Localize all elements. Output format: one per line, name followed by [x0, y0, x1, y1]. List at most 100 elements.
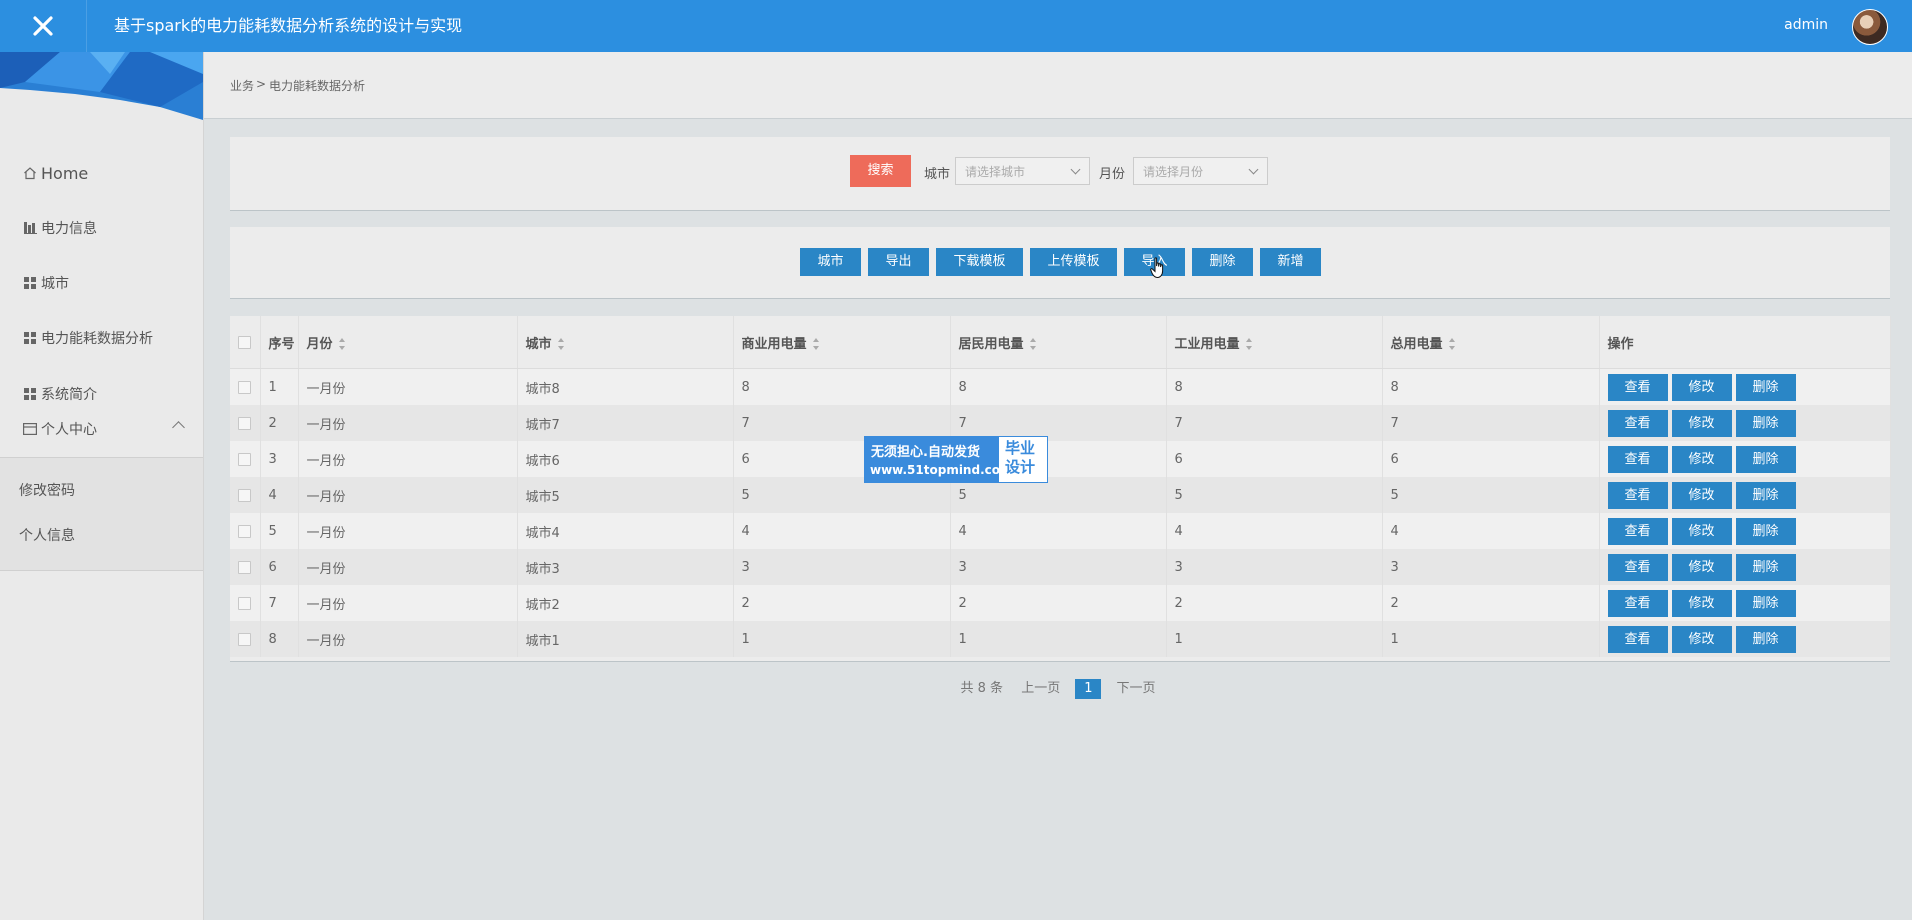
row-delete-button[interactable]: 删除 [1735, 553, 1796, 581]
view-button[interactable]: 查看 [1607, 373, 1668, 401]
sort-icon[interactable] [338, 338, 346, 350]
view-button[interactable]: 查看 [1607, 409, 1668, 437]
row-checkbox[interactable] [238, 524, 251, 538]
row-checkbox[interactable] [238, 380, 251, 394]
row-delete-button[interactable]: 删除 [1735, 517, 1796, 545]
row-select-cell[interactable] [230, 441, 261, 477]
pagination-next[interactable]: 下一页 [1116, 681, 1155, 696]
row-delete-button[interactable]: 删除 [1735, 409, 1796, 437]
view-button[interactable]: 查看 [1607, 481, 1668, 509]
cell-index: 8 [260, 621, 299, 657]
cell-city: 城市1 [517, 621, 734, 657]
row-checkbox[interactable] [238, 632, 251, 646]
row-delete-button[interactable]: 删除 [1735, 445, 1796, 473]
cell-total: 5 [1382, 477, 1600, 513]
sort-icon[interactable] [557, 338, 565, 350]
export-button[interactable]: 导出 [868, 248, 929, 276]
row-delete-button[interactable]: 删除 [1735, 481, 1796, 509]
edit-button[interactable]: 修改 [1671, 553, 1732, 581]
row-delete-button[interactable]: 删除 [1735, 589, 1796, 617]
sidebar-item-energy-analysis[interactable]: 电力能耗数据分析 [0, 318, 203, 358]
row-checkbox[interactable] [238, 452, 251, 466]
sidebar-item-system-intro[interactable]: 系统简介 [0, 374, 203, 414]
row-select-cell[interactable] [230, 477, 261, 513]
column-header-commercial[interactable]: 商业用电量 [733, 316, 951, 369]
submenu-personal-info[interactable]: 个人信息 [19, 525, 75, 545]
month-select-placeholder: 请选择月份 [1143, 165, 1204, 179]
pagination: 共 8 条 上一页 1 下一页 [204, 677, 1912, 699]
row-checkbox[interactable] [238, 488, 251, 502]
month-select[interactable]: 请选择月份 [1133, 157, 1268, 185]
edit-button[interactable]: 修改 [1671, 517, 1732, 545]
cell-index: 2 [260, 405, 299, 441]
watermark-left: 无须担心.自动发货 www.51topmind.com [865, 437, 1013, 482]
cell-resident: 3 [950, 549, 1167, 585]
sort-icon[interactable] [1029, 338, 1037, 350]
sidebar: Home 电力信息 城市 电力能耗数据分析 系统简介 个人中心 修改密码 个人信 [0, 52, 204, 920]
watermark-side-line1: 毕业 [1005, 439, 1036, 457]
row-select-cell[interactable] [230, 368, 261, 405]
sidebar-item-personal-center[interactable]: 个人中心 [0, 409, 203, 449]
row-checkbox[interactable] [238, 596, 251, 610]
sidebar-item-home[interactable]: Home [0, 153, 203, 193]
table-row: 8 一月份 城市1 1 1 1 1 查看 修改 删除 [230, 621, 1891, 657]
download-template-button[interactable]: 下载模板 [936, 248, 1023, 276]
row-select-cell[interactable] [230, 585, 261, 621]
breadcrumb-root[interactable]: 业务 [230, 77, 254, 94]
view-button[interactable]: 查看 [1607, 589, 1668, 617]
edit-button[interactable]: 修改 [1671, 409, 1732, 437]
city-button[interactable]: 城市 [800, 248, 861, 276]
watermark-side-line2: 设计 [1005, 458, 1036, 476]
cell-city: 城市6 [517, 441, 734, 477]
cell-commercial: 3 [733, 549, 951, 585]
delete-button[interactable]: 删除 [1192, 248, 1253, 276]
toolbar-panel: 城市 导出 下载模板 上传模板 导入 删除 新增 [230, 227, 1890, 299]
column-header-month[interactable]: 月份 [298, 316, 518, 369]
home-icon [22, 165, 38, 181]
column-header-city[interactable]: 城市 [517, 316, 734, 369]
city-select[interactable]: 请选择城市 [955, 157, 1090, 185]
search-button[interactable]: 搜索 [850, 155, 911, 187]
row-checkbox[interactable] [238, 560, 251, 574]
select-all-checkbox[interactable] [238, 335, 251, 349]
cell-month: 一月份 [298, 513, 518, 549]
sidebar-item-power-info[interactable]: 电力信息 [0, 208, 203, 248]
edit-button[interactable]: 修改 [1671, 373, 1732, 401]
view-button[interactable]: 查看 [1607, 517, 1668, 545]
pagination-current-page[interactable]: 1 [1075, 679, 1102, 699]
avatar[interactable] [1852, 9, 1888, 45]
edit-button[interactable]: 修改 [1671, 589, 1732, 617]
row-select-cell[interactable] [230, 513, 261, 549]
sort-icon[interactable] [1448, 338, 1456, 350]
sort-icon[interactable] [1245, 338, 1253, 350]
select-all-header[interactable] [230, 316, 261, 369]
row-delete-button[interactable]: 删除 [1735, 625, 1796, 653]
edit-button[interactable]: 修改 [1671, 481, 1732, 509]
column-header-actions: 操作 [1599, 316, 1891, 369]
row-checkbox[interactable] [238, 416, 251, 430]
row-delete-button[interactable]: 删除 [1735, 373, 1796, 401]
table-row: 1 一月份 城市8 8 8 8 8 查看 修改 删除 [230, 368, 1891, 405]
sidebar-item-label: 电力能耗数据分析 [41, 331, 153, 347]
view-button[interactable]: 查看 [1607, 625, 1668, 653]
upload-template-button[interactable]: 上传模板 [1030, 248, 1117, 276]
row-select-cell[interactable] [230, 405, 261, 441]
column-header-resident[interactable]: 居民用电量 [950, 316, 1167, 369]
row-select-cell[interactable] [230, 549, 261, 585]
cell-total: 1 [1382, 621, 1600, 657]
sidebar-item-city[interactable]: 城市 [0, 263, 203, 303]
add-button[interactable]: 新增 [1260, 248, 1321, 276]
submenu-change-password[interactable]: 修改密码 [19, 480, 75, 500]
username[interactable]: admin [1784, 0, 1828, 52]
column-header-industrial[interactable]: 工业用电量 [1166, 316, 1383, 369]
edit-button[interactable]: 修改 [1671, 625, 1732, 653]
column-header-total[interactable]: 总用电量 [1382, 316, 1600, 369]
pagination-prev[interactable]: 上一页 [1021, 681, 1060, 696]
row-select-cell[interactable] [230, 621, 261, 657]
cell-index: 7 [260, 585, 299, 621]
edit-button[interactable]: 修改 [1671, 445, 1732, 473]
close-sidebar-button[interactable] [0, 0, 87, 52]
sort-icon[interactable] [812, 338, 820, 350]
view-button[interactable]: 查看 [1607, 553, 1668, 581]
view-button[interactable]: 查看 [1607, 445, 1668, 473]
